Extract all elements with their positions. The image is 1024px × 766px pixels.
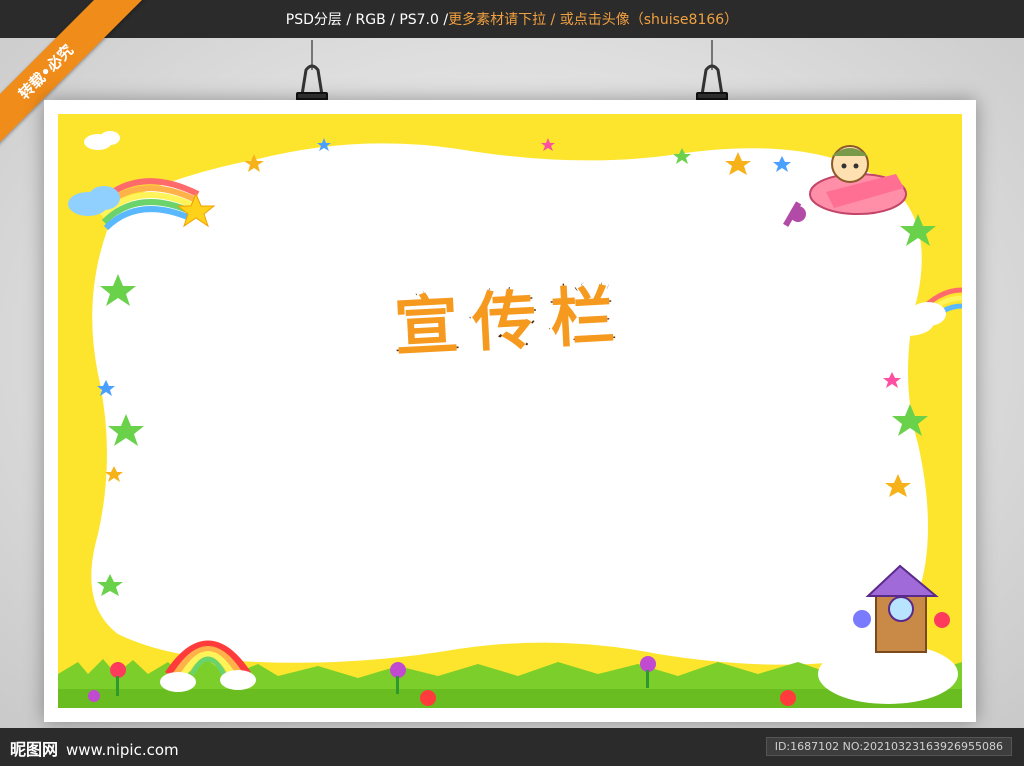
site-url[interactable]: www.nipic.com bbox=[66, 741, 179, 759]
ribbon-label: 转载•必究 bbox=[15, 41, 77, 103]
format-info: PSD分层 / RGB / PS7.0 / bbox=[285, 12, 449, 28]
more-assets-link[interactable]: 更多素材请下拉 / 或点击头像（shuise8166） bbox=[448, 9, 738, 29]
image-id-label: ID:1687102 NO:20210323163926955086 bbox=[765, 737, 1012, 756]
poster-board: 宣传栏 bbox=[44, 100, 976, 722]
poster-artwork bbox=[58, 114, 962, 708]
site-logo[interactable]: 昵图网 www.nipic.com bbox=[10, 736, 179, 760]
logo-text: 昵图网 bbox=[10, 740, 59, 759]
poster-title: 宣传栏 bbox=[391, 277, 633, 367]
